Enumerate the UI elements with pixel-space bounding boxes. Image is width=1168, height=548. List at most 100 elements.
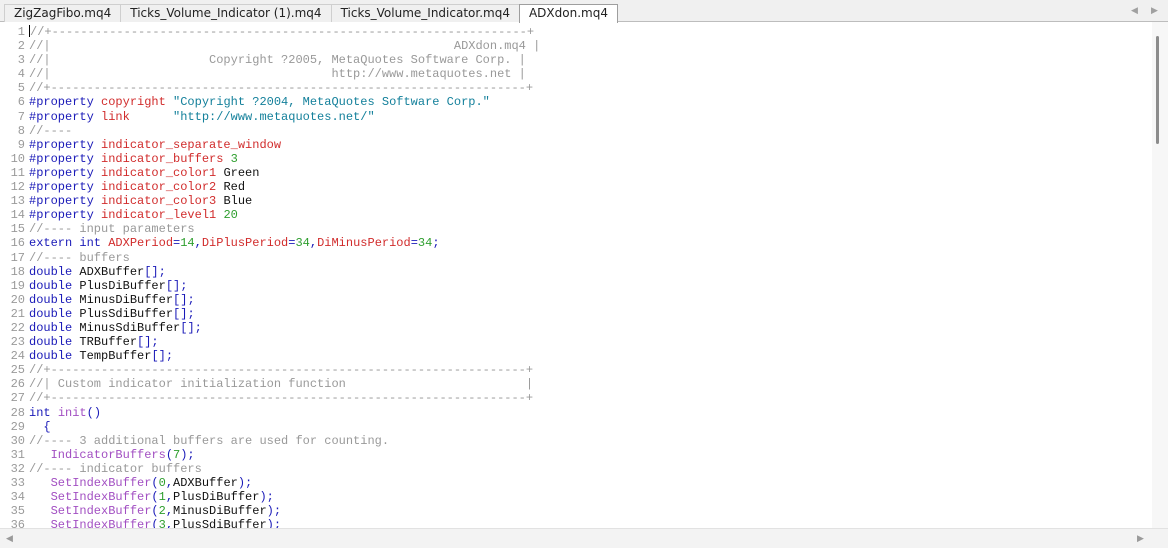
tab-ticks-volume-indicator-1[interactable]: Ticks_Volume_Indicator (1).mq4 <box>120 4 332 22</box>
code-token: SetIndexBuffer <box>29 504 152 519</box>
code-line[interactable]: 4 //| http://www.metaquotes.net | <box>0 67 540 81</box>
code-line[interactable]: 15 //---- input parameters <box>0 222 540 236</box>
code-token: indicator_buffers <box>101 151 231 166</box>
code-token: ; <box>432 236 440 251</box>
tab-scroll-right-icon[interactable]: ▶ <box>1151 5 1158 16</box>
code-token: //---- 3 additional buffers are used for… <box>29 433 390 448</box>
code-token: ); <box>237 476 253 490</box>
code-line[interactable]: 19 double PlusDiBuffer[]; <box>0 279 540 293</box>
code-line[interactable]: 1 //+------------------------------------… <box>0 25 540 39</box>
code-token: () <box>86 405 102 420</box>
code-lines[interactable]: 1 //+------------------------------------… <box>0 25 540 528</box>
tab-scroll-left-icon[interactable]: ◀ <box>1131 5 1138 16</box>
line-number: 26 <box>10 377 25 392</box>
code-line[interactable]: 32 //---- indicator buffers <box>0 462 540 476</box>
vertical-scroll-thumb[interactable] <box>1156 36 1159 144</box>
code-line[interactable]: 26 //| Custom indicator initialization fu… <box>0 377 540 391</box>
code-line[interactable]: 17 //---- buffers <box>0 251 540 265</box>
code-line[interactable]: 8 //---- <box>0 124 540 138</box>
tab-bar: ZigZagFibo.mq4 Ticks_Volume_Indicator (1… <box>0 0 1168 23</box>
line-number: 13 <box>10 194 25 209</box>
code-line[interactable]: 29 { <box>0 420 540 434</box>
code-line[interactable]: 14 #property indicator_level1 20 <box>0 208 540 222</box>
code-line[interactable]: 3 //| Copyright ?2005, MetaQuotes Softwar… <box>0 53 540 67</box>
code-token: ADXBuffer <box>79 264 145 279</box>
code-token: double <box>29 335 80 350</box>
line-number: 9 <box>17 137 25 152</box>
line-number: 30 <box>10 433 25 448</box>
line-number: 1 <box>17 25 25 39</box>
code-line[interactable]: 22 double MinusSdiBuffer[]; <box>0 321 540 335</box>
line-number: 28 <box>10 405 25 420</box>
code-line[interactable]: 6 #property copyright "Copyright ?2004, M… <box>0 95 540 109</box>
code-line[interactable]: 30 //---- 3 additional buffers are used f… <box>0 434 540 448</box>
code-token: 20 <box>223 208 238 223</box>
code-token: indicator_separate_window <box>101 137 282 152</box>
code-token: []; <box>173 292 195 307</box>
code-token: []; <box>144 264 166 279</box>
line-number: 36 <box>10 518 25 528</box>
tab-zigzagfibo[interactable]: ZigZagFibo.mq4 <box>4 4 122 22</box>
code-line[interactable]: 21 double PlusSdiBuffer[]; <box>0 307 540 321</box>
code-line[interactable]: 34 SetIndexBuffer(1,PlusDiBuffer); <box>0 490 540 504</box>
scroll-right-arrow-icon[interactable]: ▶ <box>1137 533 1144 544</box>
code-line[interactable]: 36 SetIndexBuffer(3,PlusSdiBuffer); <box>0 518 540 528</box>
code-line[interactable]: 16 extern int ADXPeriod=14,DiPlusPeriod=3… <box>0 236 540 250</box>
code-token: Green <box>223 165 260 180</box>
code-line[interactable]: 12 #property indicator_color2 Red <box>0 180 540 194</box>
code-token: PlusSdiBuffer <box>173 518 267 528</box>
code-token: 34 <box>295 236 310 251</box>
line-number: 12 <box>10 180 25 195</box>
code-token: #property <box>29 151 102 166</box>
code-line[interactable]: 13 #property indicator_color3 Blue <box>0 194 540 208</box>
code-line[interactable]: 20 double MinusDiBuffer[]; <box>0 293 540 307</box>
code-line[interactable]: 11 #property indicator_color1 Green <box>0 166 540 180</box>
code-token: ); <box>266 504 282 519</box>
code-token: ); <box>266 518 282 528</box>
code-editor[interactable]: 1 //+------------------------------------… <box>0 22 1168 528</box>
line-number: 16 <box>10 236 25 251</box>
code-line[interactable]: 35 SetIndexBuffer(2,MinusDiBuffer); <box>0 504 540 518</box>
code-token: IndicatorBuffers <box>29 447 166 462</box>
line-number: 21 <box>10 306 25 321</box>
code-token: indicator_color1 <box>101 165 224 180</box>
line-number: 25 <box>10 363 25 378</box>
code-line[interactable]: 10 #property indicator_buffers 3 <box>0 152 540 166</box>
code-token: TRBuffer <box>79 335 138 350</box>
code-token: []; <box>173 306 195 321</box>
code-token: ( <box>151 490 159 505</box>
vertical-scrollbar[interactable] <box>1152 22 1168 528</box>
code-line[interactable]: 25 //+-----------------------------------… <box>0 363 540 377</box>
code-token: ADXBuffer <box>173 476 238 490</box>
code-token: ); <box>180 447 195 462</box>
code-line[interactable]: 2 //| ADXdon.mq4 | <box>0 39 541 54</box>
line-number: 4 <box>17 67 25 82</box>
code-line[interactable]: 27 //+-----------------------------------… <box>0 391 540 405</box>
code-token: #property <box>29 95 102 110</box>
horizontal-scrollbar[interactable]: ◀ ▶ <box>0 528 1168 548</box>
code-token: #property <box>29 180 102 195</box>
code-token: ( <box>151 518 159 528</box>
line-number: 6 <box>17 95 25 110</box>
code-line[interactable]: 9 #property indicator_separate_window <box>0 138 540 152</box>
code-token: double <box>29 306 80 321</box>
code-token: []; <box>137 335 159 350</box>
code-line[interactable]: 18 double ADXBuffer[]; <box>0 265 540 279</box>
code-line[interactable]: 23 double TRBuffer[]; <box>0 335 540 349</box>
code-token: []; <box>151 349 174 364</box>
code-line[interactable]: 31 IndicatorBuffers(7); <box>0 448 540 462</box>
code-line[interactable]: 24 double TempBuffer[]; <box>0 349 540 363</box>
code-token: 0 <box>158 476 166 490</box>
tab-ticks-volume-indicator[interactable]: Ticks_Volume_Indicator.mq4 <box>330 4 520 22</box>
line-number: 32 <box>10 461 25 476</box>
line-number: 3 <box>17 53 25 68</box>
code-token: extern int <box>29 236 109 251</box>
code-line[interactable]: 33 SetIndexBuffer(0,ADXBuffer); <box>0 476 540 490</box>
tab-adxdon[interactable]: ADXdon.mq4 <box>518 4 618 23</box>
code-line[interactable]: 5 //+------------------------------------… <box>0 81 540 95</box>
scroll-left-arrow-icon[interactable]: ◀ <box>6 533 13 544</box>
code-token: #property <box>29 208 102 223</box>
code-line[interactable]: 7 #property link "http://www.metaquotes.n… <box>0 110 540 124</box>
code-token: //| ADXdon.mq4 | <box>29 39 541 54</box>
code-line[interactable]: 28 int init() <box>0 406 540 420</box>
